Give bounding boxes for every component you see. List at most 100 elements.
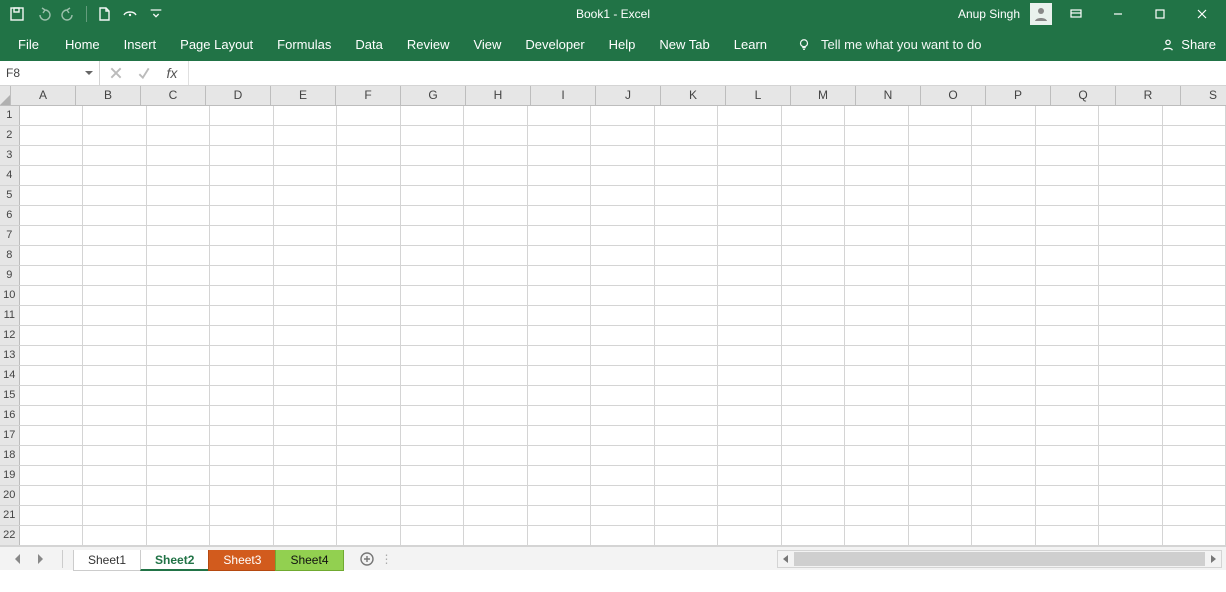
row-header[interactable]: 17 <box>0 426 20 445</box>
cell[interactable] <box>909 486 973 505</box>
cell[interactable] <box>591 366 655 385</box>
cell[interactable] <box>464 346 528 365</box>
cell[interactable] <box>464 466 528 485</box>
cell[interactable] <box>845 246 909 265</box>
cell[interactable] <box>718 346 782 365</box>
row-header[interactable]: 13 <box>0 346 20 365</box>
cell[interactable] <box>274 106 338 125</box>
cell[interactable] <box>591 206 655 225</box>
scroll-right-icon[interactable] <box>1205 551 1221 567</box>
cell[interactable] <box>972 186 1036 205</box>
cell[interactable] <box>909 526 973 545</box>
cell[interactable] <box>1163 146 1226 165</box>
cell[interactable] <box>655 146 719 165</box>
cell[interactable] <box>83 486 147 505</box>
cell[interactable] <box>591 526 655 545</box>
row-header[interactable]: 9 <box>0 266 20 285</box>
cell[interactable] <box>83 446 147 465</box>
cell[interactable] <box>274 526 338 545</box>
column-header[interactable]: M <box>791 86 856 105</box>
cell[interactable] <box>1099 406 1163 425</box>
cell[interactable] <box>718 106 782 125</box>
cell[interactable] <box>210 166 274 185</box>
cell[interactable] <box>83 426 147 445</box>
cell[interactable] <box>401 526 465 545</box>
cell[interactable] <box>464 266 528 285</box>
cell[interactable] <box>1163 406 1226 425</box>
cell[interactable] <box>655 306 719 325</box>
cell[interactable] <box>337 166 401 185</box>
cell[interactable] <box>1163 506 1226 525</box>
cell[interactable] <box>1099 446 1163 465</box>
cell[interactable] <box>528 266 592 285</box>
cell[interactable] <box>464 166 528 185</box>
cell[interactable] <box>337 386 401 405</box>
close-icon[interactable] <box>1184 3 1220 25</box>
tab-scroll-right-icon[interactable] <box>30 550 50 568</box>
cell[interactable] <box>464 506 528 525</box>
cell[interactable] <box>528 346 592 365</box>
horizontal-scrollbar[interactable] <box>777 550 1222 568</box>
cell[interactable] <box>655 286 719 305</box>
scroll-left-icon[interactable] <box>778 551 794 567</box>
cell[interactable] <box>782 366 846 385</box>
cell[interactable] <box>1036 306 1100 325</box>
name-box[interactable]: F8 <box>0 61 100 85</box>
cell[interactable] <box>782 286 846 305</box>
cell[interactable] <box>337 406 401 425</box>
cell[interactable] <box>464 526 528 545</box>
cell[interactable] <box>591 246 655 265</box>
cell[interactable] <box>83 306 147 325</box>
cell[interactable] <box>401 466 465 485</box>
cell[interactable] <box>1163 386 1226 405</box>
cell[interactable] <box>845 186 909 205</box>
cell[interactable] <box>147 446 211 465</box>
cell[interactable] <box>1099 106 1163 125</box>
cell[interactable] <box>83 466 147 485</box>
column-header[interactable]: H <box>466 86 531 105</box>
cell[interactable] <box>210 366 274 385</box>
cell[interactable] <box>1163 266 1226 285</box>
cell[interactable] <box>1036 106 1100 125</box>
cell[interactable] <box>782 146 846 165</box>
cell[interactable] <box>83 166 147 185</box>
cell[interactable] <box>20 426 84 445</box>
cell[interactable] <box>210 106 274 125</box>
cell[interactable] <box>20 226 84 245</box>
cell[interactable] <box>147 246 211 265</box>
column-header[interactable]: L <box>726 86 791 105</box>
cell[interactable] <box>528 146 592 165</box>
cell[interactable] <box>909 406 973 425</box>
sheet-tab-sheet4[interactable]: Sheet4 <box>275 550 343 571</box>
row-header[interactable]: 19 <box>0 466 20 485</box>
cell[interactable] <box>718 486 782 505</box>
cell[interactable] <box>591 266 655 285</box>
cell[interactable] <box>1036 186 1100 205</box>
cell[interactable] <box>718 426 782 445</box>
cell[interactable] <box>147 466 211 485</box>
cell[interactable] <box>20 486 84 505</box>
cell[interactable] <box>909 146 973 165</box>
cell[interactable] <box>909 366 973 385</box>
cell[interactable] <box>591 386 655 405</box>
formula-input[interactable] <box>189 61 1226 85</box>
cell[interactable] <box>274 306 338 325</box>
cell[interactable] <box>1036 266 1100 285</box>
cell[interactable] <box>337 186 401 205</box>
cell[interactable] <box>20 166 84 185</box>
column-header[interactable]: J <box>596 86 661 105</box>
cell[interactable] <box>1036 366 1100 385</box>
row-header[interactable]: 8 <box>0 246 20 265</box>
cell[interactable] <box>147 526 211 545</box>
cell[interactable] <box>83 246 147 265</box>
cell[interactable] <box>147 386 211 405</box>
cell[interactable] <box>274 166 338 185</box>
share-button[interactable]: Share <box>1161 37 1222 52</box>
cell[interactable] <box>20 526 84 545</box>
ribbon-display-icon[interactable] <box>1058 3 1094 25</box>
save-icon[interactable] <box>6 3 28 25</box>
cell[interactable] <box>845 166 909 185</box>
cell[interactable] <box>401 246 465 265</box>
insert-function-button[interactable]: fx <box>158 65 186 81</box>
cell[interactable] <box>1099 226 1163 245</box>
